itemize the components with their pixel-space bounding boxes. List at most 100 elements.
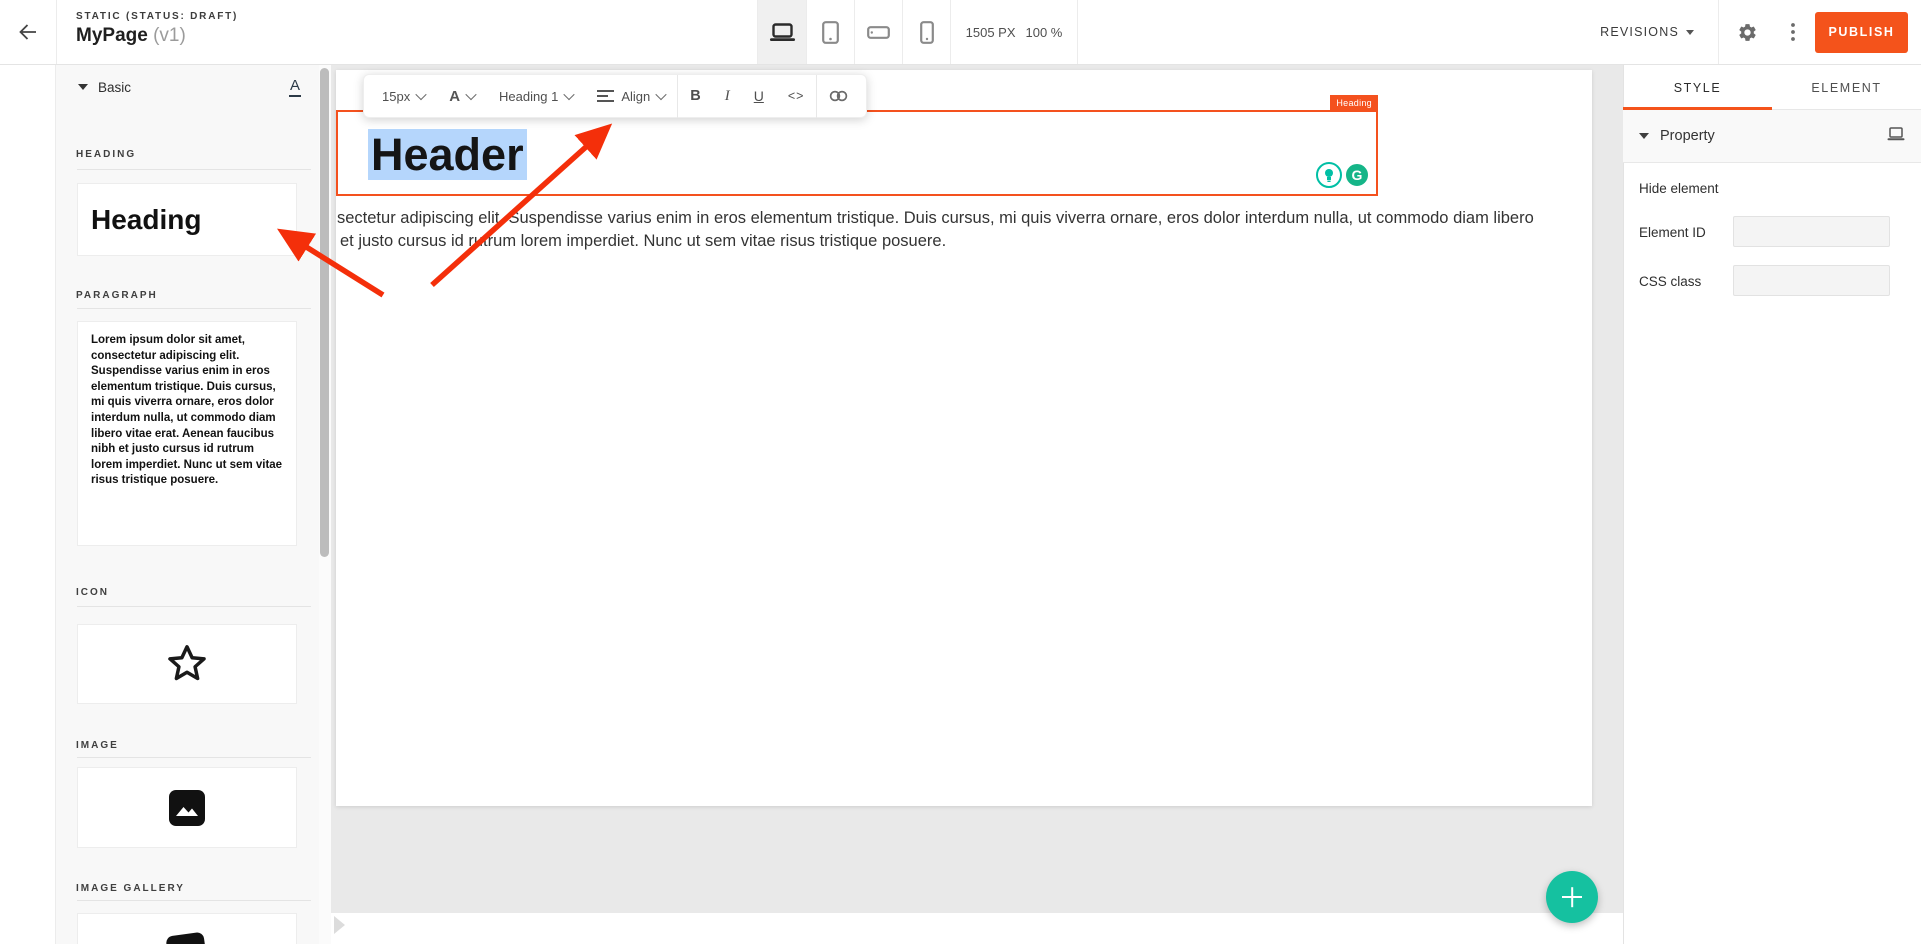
link-icon (829, 90, 848, 102)
page-title-block: STATIC (STATUS: DRAFT) MyPage (v1) (76, 11, 238, 47)
widgets-kit-header[interactable]: Basic A (56, 65, 319, 109)
back-button[interactable] (0, 0, 57, 64)
text-format-toolbar: 15px A Heading 1 Align B I U <> (363, 74, 867, 118)
paragraph-line: sectetur adipiscing elit. Suspendisse va… (337, 207, 1534, 230)
next-block-strip (331, 913, 1623, 944)
editor-window: sectetur adipiscing elit. Suspendisse va… (0, 0, 1921, 944)
gear-icon (1737, 22, 1758, 43)
kebab-menu-icon (1791, 23, 1795, 41)
widget-card-icon[interactable] (77, 624, 297, 704)
css-class-label: CSS class (1639, 274, 1701, 289)
text-color-icon: A (449, 88, 460, 105)
font-size-dropdown[interactable]: 15px (370, 74, 437, 118)
active-tab-underline (1623, 107, 1772, 110)
divider (77, 900, 311, 901)
device-mobile-landscape-button[interactable] (855, 0, 903, 64)
page-status: STATIC (STATUS: DRAFT) (76, 11, 238, 22)
element-id-input[interactable] (1733, 216, 1890, 247)
property-section-title: Property (1660, 128, 1715, 144)
widget-label-paragraph: PARAGRAPH (76, 290, 158, 301)
property-section-header[interactable]: Property (1623, 110, 1921, 163)
caret-down-icon (78, 84, 88, 90)
widget-label-heading: HEADING (76, 149, 136, 160)
revisions-label: REVISIONS (1600, 25, 1679, 39)
divider (77, 169, 311, 170)
page-title: MyPage (v1) (76, 25, 238, 47)
widget-label-image-gallery: IMAGE GALLERY (76, 883, 185, 894)
tab-style[interactable]: STYLE (1623, 65, 1772, 110)
device-desktop-button[interactable] (757, 0, 807, 64)
lightbulb-glyph (1323, 168, 1335, 183)
heading-text[interactable]: Header (368, 119, 527, 190)
device-scope-icon[interactable] (1887, 127, 1905, 146)
inspector-panel (1623, 65, 1921, 944)
chevron-down-icon (656, 89, 667, 100)
mobile-landscape-icon (867, 26, 890, 39)
widget-label-image: IMAGE (76, 740, 119, 751)
widget-card-paragraph[interactable]: Lorem ipsum dolor sit amet, consectetur … (77, 321, 297, 546)
viewport-width: 1505 PX (966, 25, 1016, 40)
image-icon (168, 789, 206, 827)
align-lines-icon (597, 90, 614, 102)
selected-heading-element[interactable]: Heading Header G (336, 110, 1378, 196)
grammarly-icon[interactable]: G (1344, 162, 1370, 188)
underline-button[interactable]: U (742, 74, 776, 118)
caret-down-icon (1686, 30, 1694, 35)
more-options-button[interactable] (1775, 0, 1811, 64)
publish-button[interactable]: PUBLISH (1815, 12, 1908, 53)
page-version: (v1) (153, 25, 186, 46)
widget-card-image-gallery[interactable] (77, 913, 297, 944)
sidebar-scrollbar[interactable] (320, 68, 329, 557)
divider (77, 757, 311, 758)
font-size-value: 15px (382, 89, 410, 104)
caret-down-icon (1639, 133, 1649, 139)
paragraph-widget-preview: Lorem ipsum dolor sit amet, consectetur … (78, 322, 296, 500)
add-block-button[interactable] (1546, 871, 1598, 923)
device-mobile-button[interactable] (903, 0, 951, 64)
paragraph-line: et justo cursus id rutrum lorem imperdie… (340, 230, 1534, 253)
chevron-down-icon (564, 89, 575, 100)
expand-chevron-icon[interactable] (334, 916, 345, 934)
tab-element[interactable]: ELEMENT (1772, 65, 1921, 110)
chevron-down-icon (465, 89, 476, 100)
desktop-icon (769, 23, 796, 42)
css-class-input[interactable] (1733, 265, 1890, 296)
text-selection: Header (368, 129, 527, 180)
widget-card-image[interactable] (77, 767, 297, 848)
page-name: MyPage (76, 25, 148, 46)
plus-icon (1571, 887, 1573, 907)
divider (77, 606, 311, 607)
device-switcher: 1505 PX 100 % (757, 0, 1078, 64)
align-dropdown[interactable]: Align (585, 74, 677, 118)
device-tablet-button[interactable] (807, 0, 855, 64)
heading-widget-preview: Heading (78, 184, 296, 255)
link-button[interactable] (817, 74, 860, 118)
inspector-tabs: STYLE ELEMENT (1623, 65, 1921, 110)
revisions-dropdown[interactable]: REVISIONS (1576, 0, 1718, 64)
settings-button[interactable] (1719, 0, 1775, 64)
text-style-value: Heading 1 (499, 89, 558, 104)
image-gallery-icon (163, 931, 213, 944)
widget-label-icon: ICON (76, 587, 109, 598)
widget-card-heading[interactable]: Heading (77, 183, 297, 256)
chevron-down-icon (416, 89, 427, 100)
element-type-badge: Heading (1330, 95, 1378, 111)
bold-button[interactable]: B (678, 74, 712, 118)
italic-button[interactable]: I (713, 74, 742, 118)
typography-icon[interactable]: A (289, 77, 301, 97)
align-label: Align (621, 89, 650, 104)
code-button[interactable]: <> (776, 74, 817, 118)
suggestion-lightbulb-icon[interactable] (1316, 162, 1342, 188)
text-color-dropdown[interactable]: A (437, 74, 487, 118)
left-icon-rail (0, 65, 56, 944)
page-paragraph[interactable]: sectetur adipiscing elit. Suspendisse va… (337, 207, 1534, 252)
top-bar-actions: REVISIONS PUBLISH (1576, 0, 1921, 64)
viewport-size-indicator: 1505 PX 100 % (951, 0, 1078, 64)
hide-element-label: Hide element (1639, 181, 1719, 196)
zoom-level: 100 % (1026, 25, 1063, 40)
divider (77, 308, 311, 309)
text-style-dropdown[interactable]: Heading 1 (487, 74, 585, 118)
mobile-icon (920, 21, 934, 44)
kit-name: Basic (98, 80, 131, 95)
assistant-badges: G (1316, 162, 1370, 188)
